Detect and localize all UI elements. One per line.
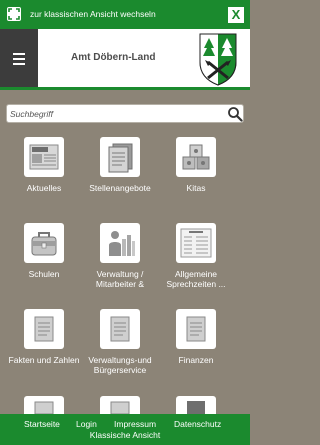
tile-fakten[interactable]: Fakten und Zahlen (4, 309, 84, 389)
tile-schulen[interactable]: Schulen (4, 223, 84, 303)
tile-label: Stellenangebote (89, 183, 151, 193)
document-icon (100, 309, 140, 349)
tile-verwaltung[interactable]: Verwaltung / Mitarbeiter & (80, 223, 160, 303)
footer-link-login[interactable]: Login (76, 419, 97, 429)
footer-bar: Startseite Login Impressum Datenschutz K… (0, 414, 250, 445)
tile-grid: Aktuelles Stellenangebote Kitas Schulen … (0, 0, 250, 445)
tile-label: Aktuelles (26, 183, 62, 193)
tile-stellenangebote[interactable]: Stellenangebote (80, 137, 160, 217)
tile-finanzen[interactable]: Finanzen (156, 309, 236, 389)
tile-label: Finanzen (178, 355, 214, 365)
tile-next-row-2[interactable] (100, 396, 140, 415)
documents-icon (100, 137, 140, 177)
tile-buergerservice[interactable]: Verwaltungs-und Bürgerservice (80, 309, 160, 389)
tile-label: Fakten und Zahlen (8, 355, 80, 365)
staff-icon (100, 223, 140, 263)
tile-aktuelles[interactable]: Aktuelles (4, 137, 84, 217)
tile-label: Verwaltung / Mitarbeiter & (95, 269, 145, 289)
footer-link-classic-view[interactable]: Klassische Ansicht (0, 430, 250, 440)
school-bag-icon (24, 223, 64, 263)
tile-label: Schulen (28, 269, 60, 279)
tile-next-row-3[interactable] (176, 396, 216, 414)
document-icon (176, 309, 216, 349)
tile-label: Verwaltungs-und Bürgerservice (88, 355, 152, 375)
footer-link-startseite[interactable]: Startseite (24, 419, 60, 429)
opening-hours-icon (176, 223, 216, 263)
tile-label: Kitas (186, 183, 206, 193)
newspaper-icon (24, 137, 64, 177)
tile-kitas[interactable]: Kitas (156, 137, 236, 217)
footer-link-datenschutz[interactable]: Datenschutz (174, 419, 221, 429)
tile-next-row-1[interactable] (24, 396, 64, 415)
toy-blocks-icon (176, 137, 216, 177)
footer-link-impressum[interactable]: Impressum (114, 419, 156, 429)
document-icon (24, 309, 64, 349)
tile-label: Allgemeine Sprechzeiten ... (166, 269, 226, 289)
tile-sprechzeiten[interactable]: Allgemeine Sprechzeiten ... (156, 223, 236, 303)
